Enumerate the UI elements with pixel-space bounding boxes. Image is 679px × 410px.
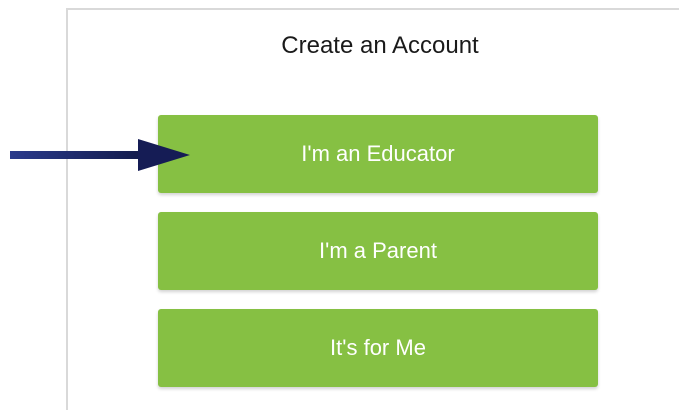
parent-button[interactable]: I'm a Parent — [158, 212, 598, 290]
page-title: Create an Account — [281, 32, 479, 59]
educator-button-label: I'm an Educator — [301, 141, 455, 166]
for-me-button-label: It's for Me — [330, 335, 426, 360]
parent-button-label: I'm a Parent — [319, 238, 437, 263]
for-me-button[interactable]: It's for Me — [158, 309, 598, 387]
arrow-right-icon — [10, 139, 190, 171]
page: Create an Account I'm an Educator I'm a … — [0, 0, 679, 410]
educator-button[interactable]: I'm an Educator — [158, 115, 598, 193]
